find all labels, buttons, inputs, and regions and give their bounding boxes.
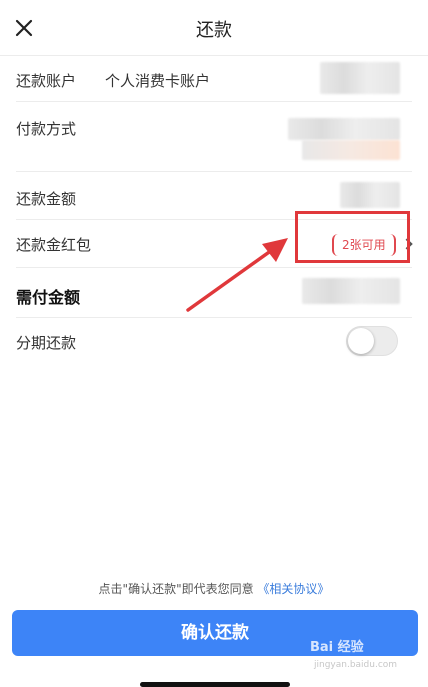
toggle-knob [348, 328, 374, 354]
annotation-arrow-icon [186, 238, 288, 312]
repayment-coupon-label: 还款金红包 [16, 236, 92, 254]
amount-payable-label: 需付金额 [16, 288, 81, 307]
masked-account-number [320, 62, 400, 94]
row-repayment-account[interactable]: 还款账户 个人消费卡账户 [16, 56, 412, 102]
repayment-account-label: 还款账户 [16, 72, 77, 90]
repayment-amount-label: 还款金额 [16, 190, 77, 208]
masked-repayment-amount [340, 182, 400, 208]
row-payment-method[interactable]: 付款方式 [16, 102, 412, 172]
installment-label: 分期还款 [16, 334, 77, 352]
page-title: 还款 [196, 20, 232, 41]
agreement-text: 点击"确认还款"即代表您同意 《相关协议》 [0, 580, 428, 597]
masked-payment-method-top [288, 118, 400, 140]
nav-header: 还款 [0, 0, 428, 56]
repayment-account-value: 个人消费卡账户 [105, 72, 211, 90]
home-indicator [140, 682, 290, 687]
watermark-brand: Bai 经验 [310, 640, 364, 655]
agreement-link[interactable]: 《相关协议》 [257, 582, 329, 596]
watermark-url: jingyan.baidu.com [314, 660, 398, 670]
payment-method-label: 付款方式 [16, 120, 77, 138]
agreement-prefix: 点击"确认还款"即代表您同意 [98, 582, 254, 596]
annotation-highlight-box [295, 211, 410, 263]
masked-payment-method-bottom [302, 140, 400, 160]
masked-amount-payable [302, 278, 400, 304]
installment-toggle[interactable] [346, 326, 398, 356]
